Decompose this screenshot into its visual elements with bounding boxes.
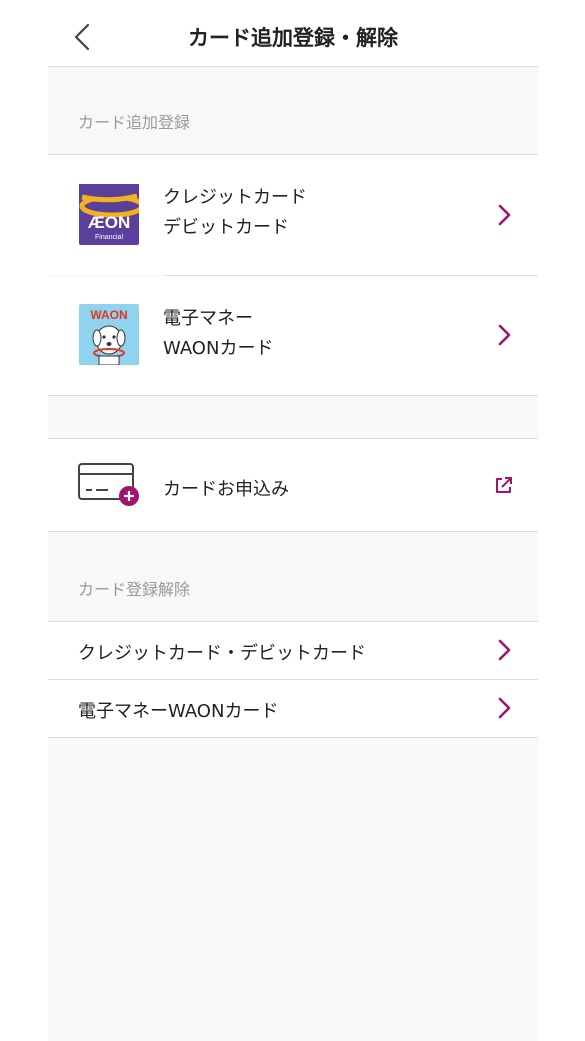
credit-card-label: クレジットカード デビットカード [163,183,307,243]
page-title: カード追加登録・解除 [188,26,398,50]
screen: カード追加登録・解除 カード追加登録 ÆON Financial クレジットカー… [48,0,538,1041]
chevron-right-icon [498,639,511,661]
waon-card-label: 電子マネー WAONカード [163,304,273,364]
add-credit-debit-card-row[interactable]: ÆON Financial クレジットカード デビットカード [48,155,538,275]
section-label-remove: カード登録解除 [78,580,191,599]
chevron-right-icon [498,697,511,719]
section-header-add: カード追加登録 [48,67,538,154]
label-line1: 電子マネー [163,308,253,329]
waon-dog-logo-icon: WAON [79,304,139,365]
chevron-right-icon [498,204,511,226]
header-bar: カード追加登録・解除 [48,0,538,67]
aeon-financial-logo-icon: ÆON Financial [79,184,139,245]
card-add-icon [78,463,139,506]
aeon-logo-subtext: Financial [95,234,123,241]
remove-credit-debit-card-row[interactable]: クレジットカード・デビットカード [48,622,538,679]
label-line2: WAONカード [163,338,274,359]
add-waon-card-row[interactable]: WAON 電子マネー WAONカード [48,276,538,395]
section-spacer [48,396,538,438]
waon-logo-text: WAON [90,308,127,322]
remove-credit-label: クレジットカード・デビットカード [78,643,366,664]
chevron-right-icon [498,324,511,346]
card-application-label: カードお申込み [163,479,289,500]
card-application-row[interactable]: カードお申込み [48,439,538,531]
label-line2: デビットカード [163,217,289,238]
aeon-logo-text: ÆON [88,213,131,232]
remove-waon-label: 電子マネーWAONカード [78,701,279,722]
external-link-icon [496,477,512,493]
section-header-remove: カード登録解除 [48,532,538,621]
section-label-add: カード追加登録 [78,113,191,132]
remove-waon-card-row[interactable]: 電子マネーWAONカード [48,680,538,737]
divider [48,737,538,738]
label-line1: クレジットカード [163,187,307,208]
